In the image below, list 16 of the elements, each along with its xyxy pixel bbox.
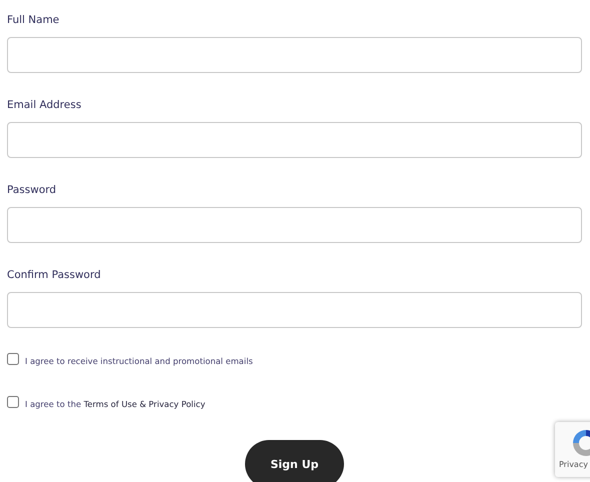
privacy-link[interactable]: Privacy	[559, 460, 588, 469]
field-label: Password	[7, 183, 58, 198]
checkbox-label: I agree to receive instructional and promotional emails	[25, 356, 253, 366]
checkbox-label: I agree to the Terms of Use & Privacy Policy	[25, 399, 206, 409]
input-field[interactable]	[7, 292, 582, 328]
input-field[interactable]	[7, 37, 582, 73]
field-label: Email Address	[7, 98, 82, 113]
input-field[interactable]	[7, 207, 582, 243]
checkbox[interactable]	[7, 353, 19, 365]
input-field[interactable]	[7, 122, 582, 158]
field-label: Full Name	[7, 13, 60, 28]
checkbox[interactable]	[7, 396, 19, 408]
terms-link[interactable]: Terms of Use & Privacy Policy	[84, 399, 206, 409]
recaptcha-badge[interactable]: Privacy	[555, 422, 590, 477]
field-label: Confirm Password	[7, 268, 102, 283]
sign-up-button[interactable]: Sign Up	[245, 440, 344, 482]
